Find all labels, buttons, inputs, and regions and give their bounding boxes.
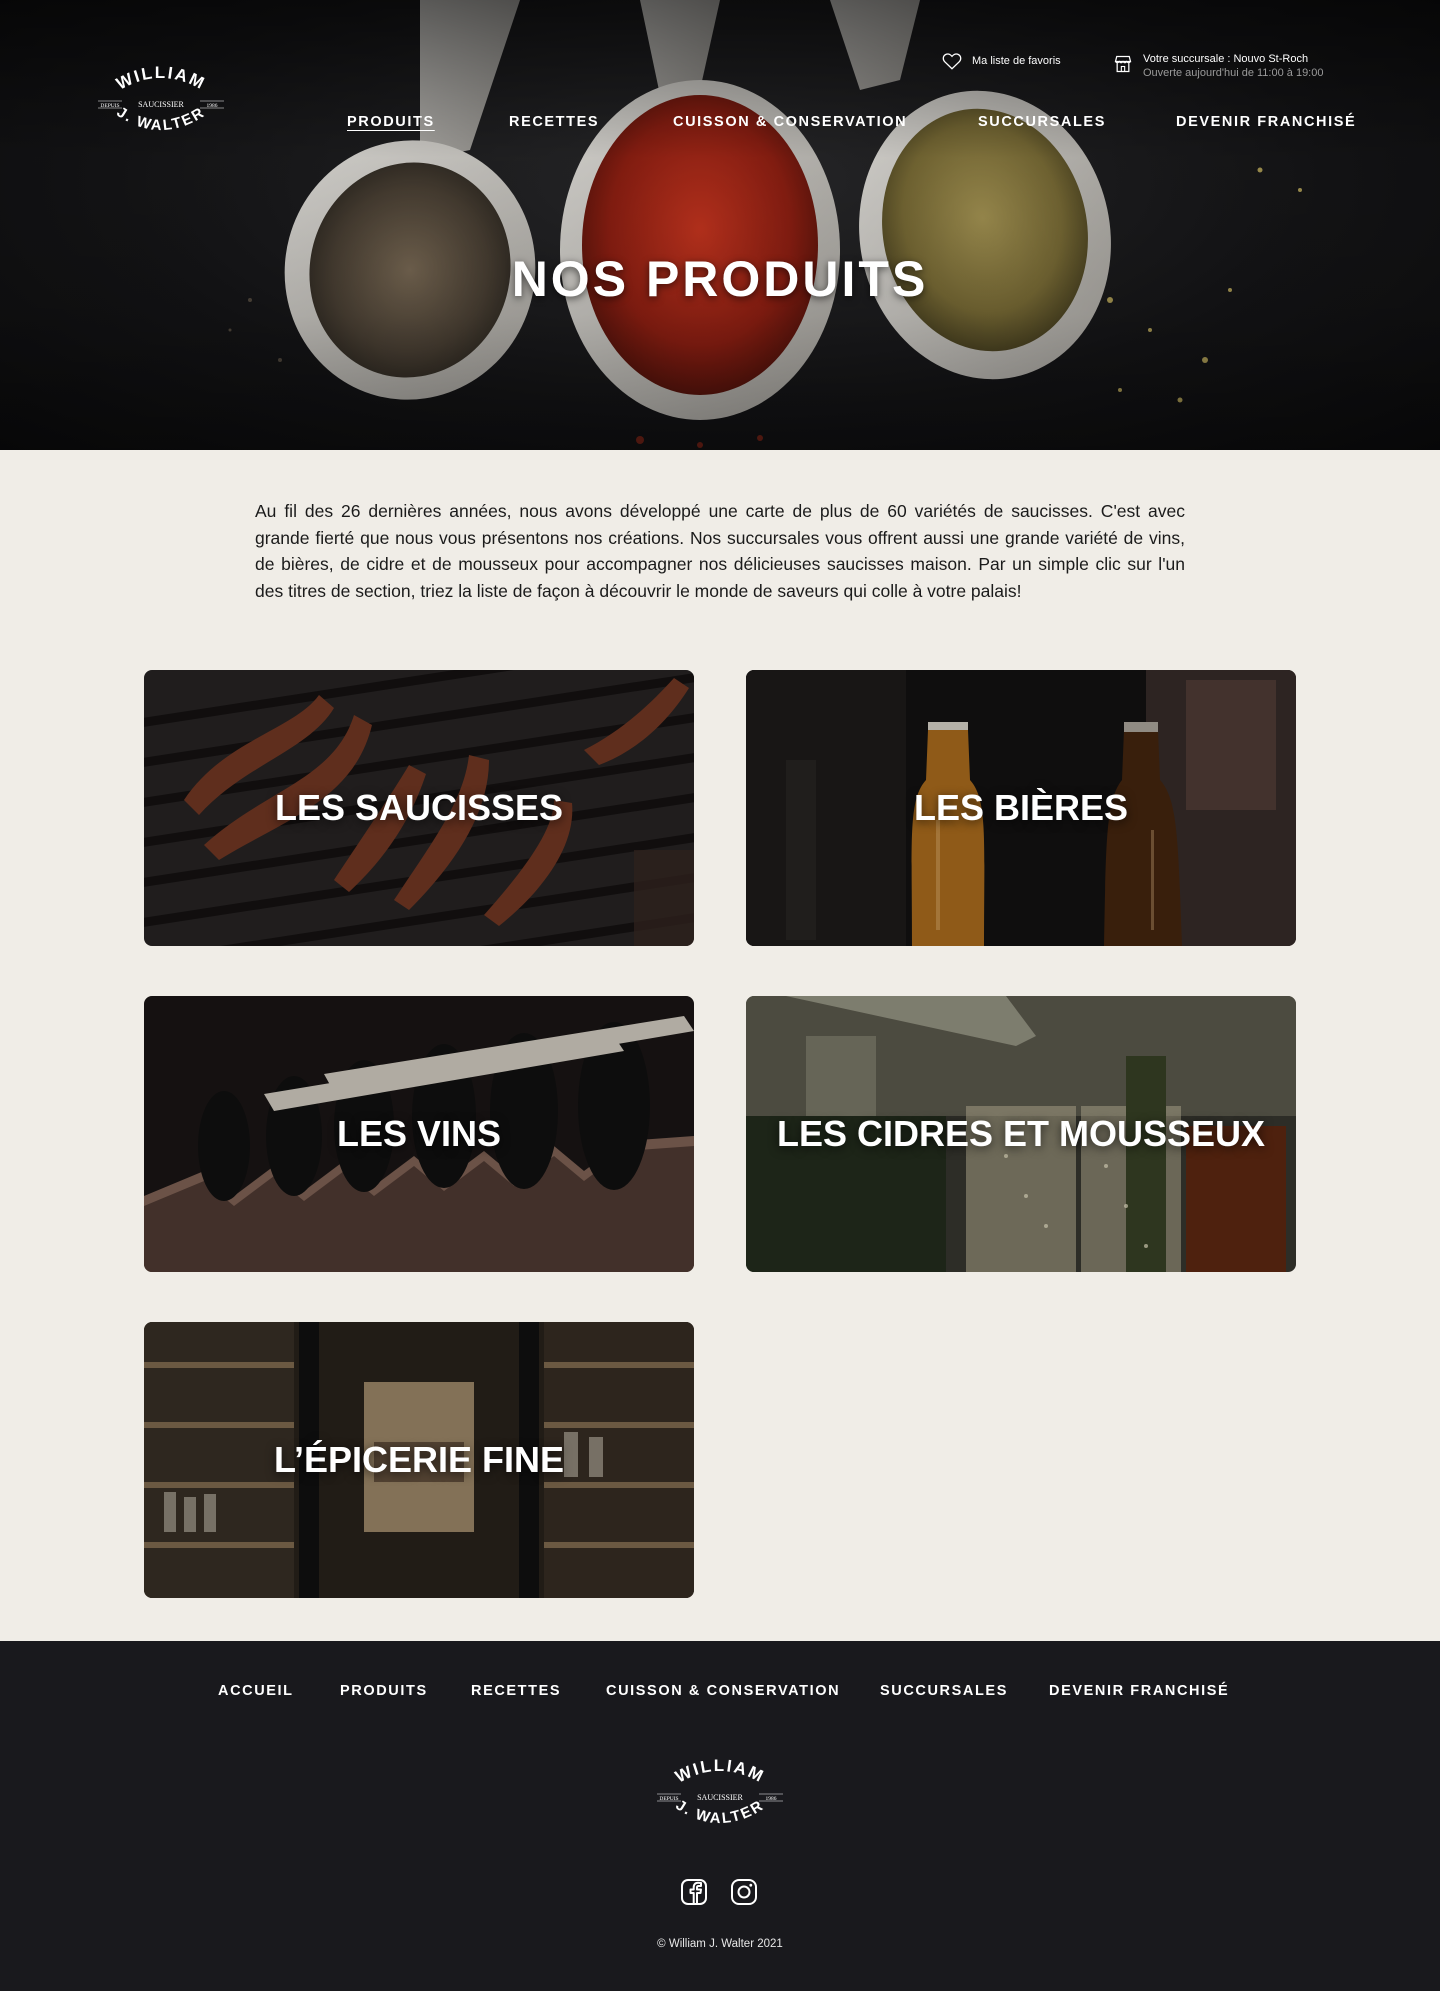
- logo-right-text: 1986: [207, 103, 218, 109]
- store-selector[interactable]: Votre succursale : Nouvo St-Roch Ouverte…: [1113, 52, 1323, 80]
- facebook-icon[interactable]: [680, 1878, 708, 1906]
- footer-link-produits[interactable]: PRODUITS: [340, 1683, 428, 1699]
- category-title: LES BIÈRES: [913, 787, 1129, 828]
- category-title: LES SAUCISSES: [274, 787, 564, 828]
- category-card-bieres[interactable]: LES BIÈRES: [746, 670, 1296, 946]
- footer-link-devenir-franchise[interactable]: DEVENIR FRANCHISÉ: [1049, 1683, 1229, 1699]
- nav-item-recettes[interactable]: RECETTES: [509, 114, 599, 130]
- site-footer: ACCUEIL PRODUITS RECETTES CUISSON & CONS…: [0, 1641, 1440, 1991]
- nav-item-succursales[interactable]: SUCCURSALES: [978, 114, 1106, 130]
- category-card-vins[interactable]: LES VINS: [144, 996, 694, 1272]
- category-card-cidres-mousseux[interactable]: LES CIDRES ET MOUSSEUX: [746, 996, 1296, 1272]
- logo-left-text: DEPUIS: [659, 1796, 678, 1802]
- brand-logo[interactable]: WILLIAM DEPUIS SAUCISSIER 1986 J. WALTER: [96, 56, 226, 148]
- instagram-icon[interactable]: [730, 1878, 758, 1906]
- favorites-label: Ma liste de favoris: [972, 55, 1061, 67]
- intro-paragraph: Au fil des 26 dernières années, nous avo…: [255, 501, 1185, 601]
- category-title: L’ÉPICERIE FINE: [273, 1439, 565, 1480]
- store-name: Votre succursale : Nouvo St-Roch: [1143, 53, 1309, 65]
- logo-middle-text: SAUCISSIER: [697, 1793, 743, 1802]
- nav-item-produits[interactable]: PRODUITS: [347, 114, 435, 130]
- social-links: [680, 1878, 758, 1906]
- logo-top-text: WILLIAM: [113, 63, 207, 94]
- logo-right-text: 1986: [766, 1796, 777, 1802]
- nav-item-devenir-franchise[interactable]: DEVENIR FRANCHISÉ: [1176, 114, 1356, 130]
- svg-text:WILLIAM: WILLIAM: [113, 63, 209, 94]
- hero-banner: WILLIAM DEPUIS SAUCISSIER 1986 J. WALTER…: [0, 0, 1440, 450]
- logo-left-text: DEPUIS: [100, 103, 119, 109]
- logo-emblem-icon: WILLIAM DEPUIS SAUCISSIER 1986 J. WALTER: [657, 1756, 783, 1827]
- footer-link-cuisson-conservation[interactable]: CUISSON & CONSERVATION: [606, 1683, 840, 1699]
- category-card-epicerie-fine[interactable]: L’ÉPICERIE FINE: [144, 1322, 694, 1598]
- favorites-link[interactable]: Ma liste de favoris: [942, 52, 1061, 70]
- svg-text:WILLIAM: WILLIAM: [672, 1756, 768, 1787]
- category-card-saucisses[interactable]: LES SAUCISSES: [144, 670, 694, 946]
- store-hours: Ouverte aujourd'hui de 11:00 à 19:00: [1143, 67, 1324, 79]
- footer-nav: ACCUEIL PRODUITS RECETTES CUISSON & CONS…: [0, 1683, 1440, 1703]
- copyright-text: © William J. Walter 2021: [657, 1938, 783, 1950]
- heart-icon: [942, 53, 962, 70]
- logo-middle-text: SAUCISSIER: [138, 100, 184, 109]
- footer-link-accueil[interactable]: ACCUEIL: [218, 1683, 294, 1699]
- page-title: NOS PRODUITS: [511, 251, 929, 307]
- footer-link-succursales[interactable]: SUCCURSALES: [880, 1683, 1008, 1699]
- store-icon: [1114, 55, 1132, 73]
- category-title: LES VINS: [336, 1113, 502, 1154]
- footer-link-recettes[interactable]: RECETTES: [471, 1683, 561, 1699]
- logo-emblem-icon: WILLIAM DEPUIS SAUCISSIER 1986 J. WALTER: [98, 63, 224, 134]
- category-title: LES CIDRES ET MOUSSEUX: [776, 1113, 1266, 1154]
- footer-logo[interactable]: WILLIAM DEPUIS SAUCISSIER 1986 J. WALTER: [655, 1749, 785, 1841]
- nav-item-cuisson-conservation[interactable]: CUISSON & CONSERVATION: [673, 114, 907, 130]
- logo-top-text: WILLIAM: [672, 1756, 766, 1787]
- main-nav: PRODUITS RECETTES CUISSON & CONSERVATION…: [0, 114, 1440, 134]
